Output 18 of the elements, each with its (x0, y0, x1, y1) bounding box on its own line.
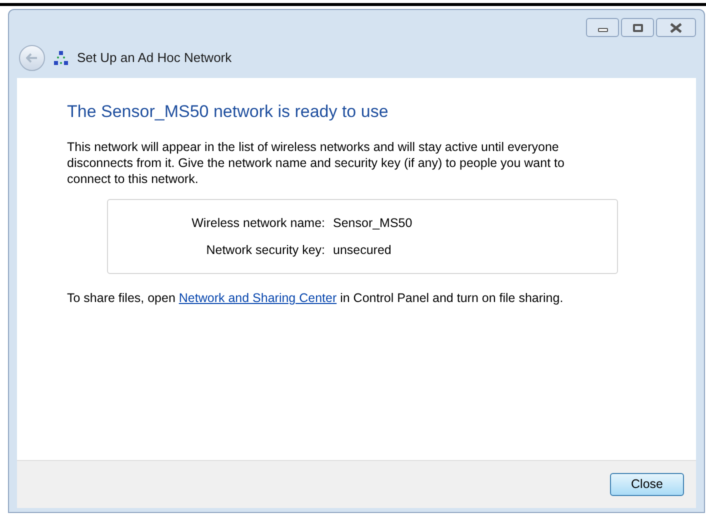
maximize-button[interactable] (621, 18, 654, 37)
back-arrow-icon (26, 53, 38, 63)
close-window-button[interactable] (656, 18, 696, 37)
maximize-icon (632, 24, 642, 32)
network-icon (53, 50, 69, 66)
heading: The Sensor_MS50 network is ready to use (67, 101, 390, 123)
detail-value: Sensor_MS50 (333, 214, 412, 232)
share-note: To share files, open Network and Sharing Center in Control Panel and turn on file sharing. (67, 290, 564, 306)
detail-label: Network security key: (205, 242, 325, 258)
window-title: Set Up an Ad Hoc Network (77, 49, 232, 68)
minimize-button[interactable] (586, 18, 619, 37)
network-sharing-link[interactable]: Network and Sharing Center (178, 291, 337, 305)
close-button[interactable]: Close (610, 473, 684, 496)
close-icon (670, 22, 682, 32)
minimize-icon (598, 28, 608, 32)
detail-value: unsecured (333, 242, 392, 258)
description: This network will appear in the list of wireless networks and will stay active until everyone disconnects from it. Give the network name and security key (if any) to people you want to connect to this network. (67, 139, 566, 187)
detail-label: Wireless network name: (190, 214, 325, 232)
